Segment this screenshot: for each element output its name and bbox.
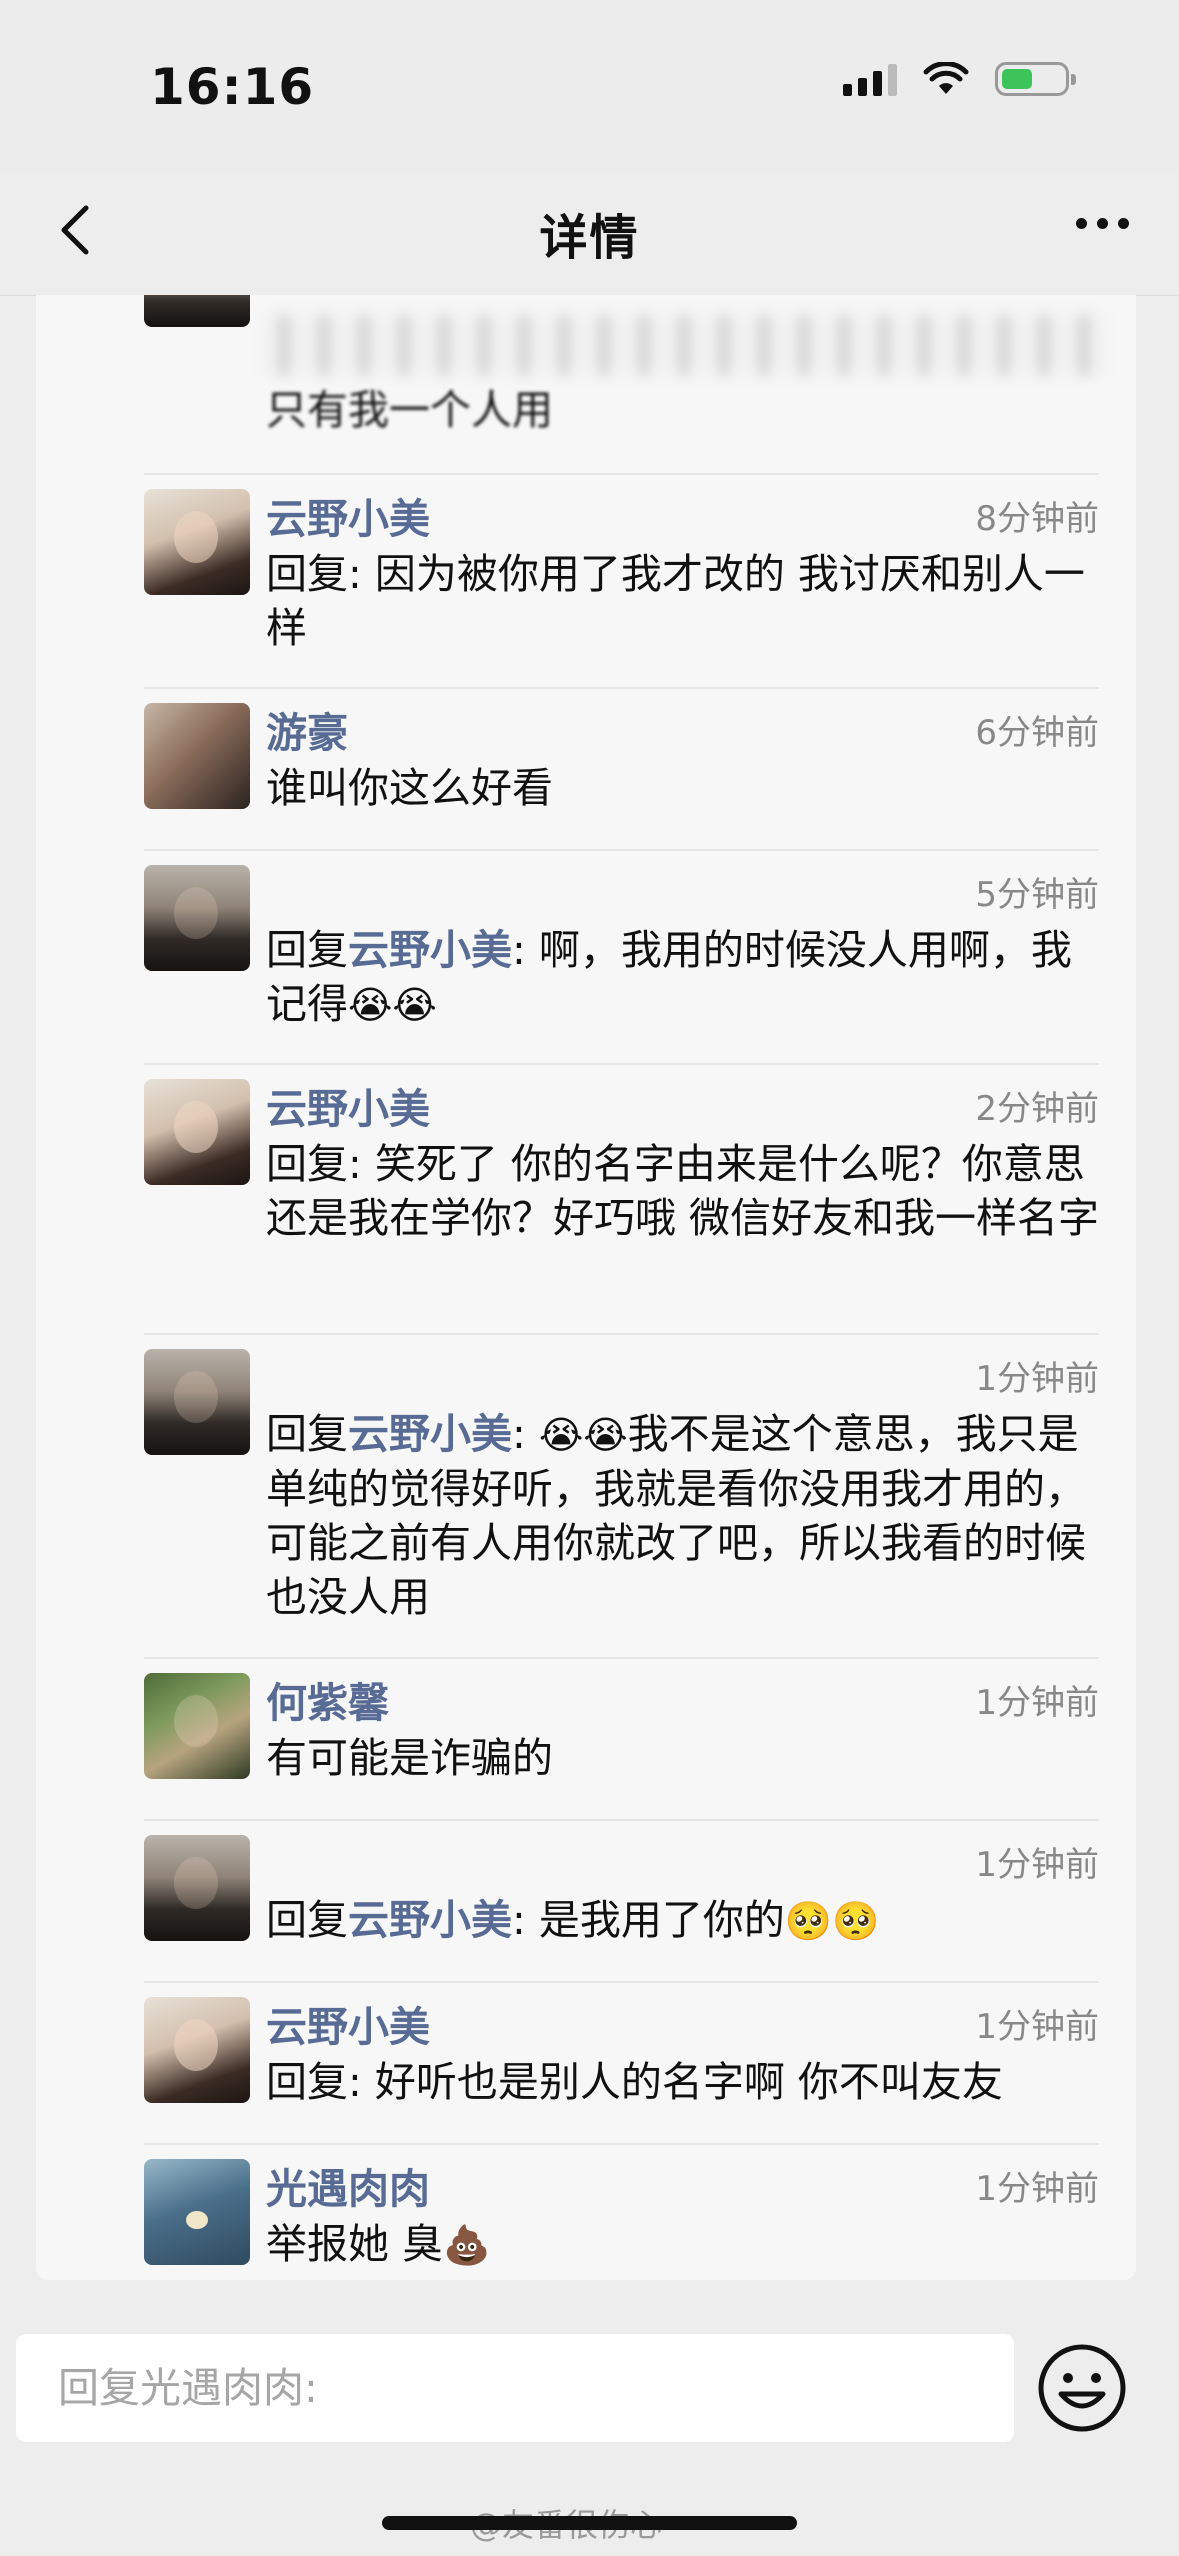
commenter-name[interactable]: 云野小美 [266, 1075, 430, 1135]
avatar[interactable] [144, 1997, 250, 2103]
page-title: 详情 [539, 210, 640, 266]
status-time: 16:16 [150, 58, 315, 116]
emoji-smiley-icon[interactable] [1036, 2342, 1128, 2434]
comment-time: 1分钟前 [975, 1359, 1099, 1399]
avatar[interactable] [144, 1673, 250, 1779]
comment-time: 2分钟前 [975, 1089, 1099, 1129]
avatar[interactable] [144, 295, 250, 327]
commenter-name[interactable]: 云野小美 [266, 485, 430, 545]
comment-item: 1分钟前 回复云野小美: 是我用了你的🥺🥺 [144, 1819, 1099, 1983]
avatar[interactable] [144, 703, 250, 809]
commenter-name[interactable]: 何紫馨 [266, 1669, 389, 1729]
comment-time: 1分钟前 [975, 1683, 1099, 1723]
nav-bar: 详情 [0, 170, 1179, 296]
status-icons [843, 62, 1076, 96]
battery-icon [995, 62, 1076, 96]
reply-target-name[interactable]: 云野小美 [348, 1410, 512, 1458]
status-bar: 16:16 [0, 0, 1179, 170]
comment-text: 谁叫你这么好看 [266, 764, 553, 812]
reply-input[interactable]: 回复光遇肉肉: [16, 2334, 1014, 2442]
comment-item: 光遇肉肉 1分钟前 举报她 臭💩 [144, 2143, 1099, 2280]
commenter-name[interactable]: 云野小美 [266, 1993, 430, 2053]
comment-item: 只有我一个人用 [144, 295, 1104, 473]
comment-item: 1分钟前 回复云野小美: 😭😭我不是这个意思，我只是单纯的觉得好听，我就是看你没… [144, 1333, 1099, 1659]
comment-text: 只有我一个人用 [266, 386, 553, 434]
comment-time: 1分钟前 [975, 2169, 1099, 2209]
comment-text: 回复: 因为被你用了我才改的 我讨厌和别人一样 [266, 550, 1085, 652]
crying-face-emoji: 😭😭 [538, 1413, 628, 1457]
signal-icon [843, 62, 897, 96]
comment-item: 云野小美 1分钟前 回复: 好听也是别人的名字啊 你不叫友友 [144, 1981, 1099, 2145]
wifi-icon [923, 62, 969, 94]
commenter-name[interactable]: 光遇肉肉 [266, 2155, 430, 2215]
comment-time: 1分钟前 [975, 2007, 1099, 2047]
crying-face-emoji: 😭😭 [348, 983, 437, 1027]
comment-text: 回复: 好听也是别人的名字啊 你不叫友友 [266, 2058, 1003, 2106]
comment-text: 有可能是诈骗的 [266, 1734, 553, 1782]
avatar[interactable] [144, 1079, 250, 1185]
avatar[interactable] [144, 2159, 250, 2265]
comment-text: 回复云野小美: 是我用了你的🥺🥺 [266, 1896, 880, 1944]
comment-text: 回复云野小美: 啊，我用的时候没人用啊，我记得😭😭 [266, 926, 1072, 1028]
pleading-face-emoji: 🥺🥺 [784, 1899, 880, 1943]
comment-time: 1分钟前 [975, 1845, 1099, 1885]
commenter-name[interactable]: 游豪 [266, 699, 348, 759]
reply-target-name[interactable]: 云野小美 [348, 926, 512, 974]
comment-item: 5分钟前 回复云野小美: 啊，我用的时候没人用啊，我记得😭😭 [144, 849, 1099, 1065]
comment-time: 5分钟前 [975, 875, 1099, 915]
comment-time: 8分钟前 [975, 499, 1099, 539]
comment-item: 云野小美 8分钟前 回复: 因为被你用了我才改的 我讨厌和别人一样 [144, 473, 1099, 689]
poop-emoji: 💩 [443, 2223, 491, 2267]
comment-text: 回复: 笑死了 你的名字由来是什么呢？你意思还是我在学你？好巧哦 微信好友和我一… [266, 1140, 1100, 1242]
avatar[interactable] [144, 1349, 250, 1455]
comments-panel: 只有我一个人用 云野小美 8分钟前 回复: 因为被你用了我才改的 我讨厌和别人一… [36, 295, 1136, 2280]
comment-item: 云野小美 2分钟前 回复: 笑死了 你的名字由来是什么呢？你意思还是我在学你？好… [144, 1063, 1099, 1335]
comment-text: 回复云野小美: 😭😭我不是这个意思，我只是单纯的觉得好听，我就是看你没用我才用的… [266, 1410, 1086, 1621]
avatar[interactable] [144, 865, 250, 971]
more-options-icon[interactable] [1076, 218, 1129, 229]
reply-target-name[interactable]: 云野小美 [348, 1896, 512, 1944]
comment-item: 何紫馨 1分钟前 有可能是诈骗的 [144, 1657, 1099, 1821]
comment-item: 游豪 6分钟前 谁叫你这么好看 [144, 687, 1099, 851]
home-indicator[interactable] [382, 2516, 797, 2530]
comment-text: 举报她 臭💩 [266, 2220, 491, 2268]
comment-time: 6分钟前 [975, 713, 1099, 753]
avatar[interactable] [144, 1835, 250, 1941]
avatar[interactable] [144, 489, 250, 595]
